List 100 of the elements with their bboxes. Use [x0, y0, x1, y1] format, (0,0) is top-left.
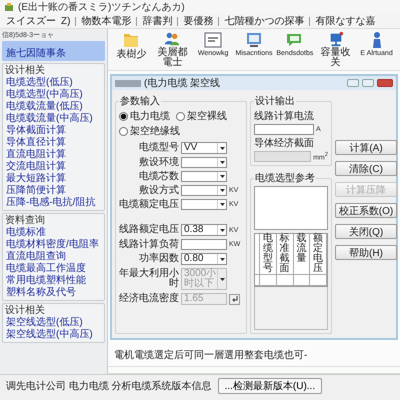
- menu-item[interactable]: Z): [61, 16, 70, 26]
- caret-icon: [220, 228, 224, 232]
- folder-icon: [122, 31, 140, 49]
- field-label: 敷设方式: [138, 186, 179, 196]
- toolbar-label: 容量收关: [320, 48, 352, 68]
- dialog-title: (电力电缆 架空线: [144, 76, 220, 90]
- field-label: 线路额定电压: [119, 225, 179, 235]
- menu-item[interactable]: 物数本電形: [81, 14, 132, 28]
- sidebar-item[interactable]: 最大短路计算: [5, 173, 102, 184]
- people-icon: [163, 31, 182, 47]
- sidebar-item[interactable]: 导体直径计算: [5, 137, 102, 148]
- sidebar-item[interactable]: 导体截面计算: [5, 125, 102, 136]
- group-title: 设计相关: [5, 65, 46, 76]
- dialog-button[interactable]: 帮助(H): [335, 245, 397, 260]
- sidebar-item[interactable]: 电缆载流量(低压): [5, 101, 102, 112]
- sidebar-item[interactable]: 交流电阻计算: [5, 161, 102, 172]
- dropdown[interactable]: [181, 199, 227, 210]
- field-label: 电缆芯数: [138, 172, 179, 182]
- sidebar-item[interactable]: 架空线选型(中高压): [5, 329, 102, 340]
- field-label: 电缆额定电压: [119, 200, 179, 210]
- sidebar-item[interactable]: 电缆材料密度/电阻率: [5, 239, 102, 250]
- dialog-button[interactable]: 关闭(Q): [335, 224, 397, 239]
- group-title: 设计输出: [254, 94, 296, 108]
- minimize-button[interactable]: [347, 79, 359, 87]
- sidebar-item[interactable]: 常用电缆塑料性能: [5, 275, 102, 286]
- sidebar-item[interactable]: 电缆标准: [5, 227, 102, 238]
- menu-item[interactable]: スイスズー: [6, 14, 56, 28]
- table-cell: [310, 275, 327, 286]
- radio-button[interactable]: 架空裸线: [176, 109, 227, 123]
- group-title: 电缆选型参考: [254, 172, 316, 185]
- toolbar-button[interactable]: 美層都電士: [152, 31, 192, 68]
- caret-icon: [220, 175, 224, 178]
- sidebar-item[interactable]: 电缆载流量(中高压): [5, 113, 102, 124]
- field-label: 线路计算电流: [254, 110, 315, 123]
- field-label: 导体经济截面: [254, 136, 315, 150]
- sidebar-item[interactable]: 电缆最高工作温度: [5, 263, 102, 274]
- dialog-button[interactable]: 校正系数(O): [335, 203, 397, 218]
- sidebar-item[interactable]: 直流电阻计算: [5, 149, 102, 160]
- close-button[interactable]: [377, 79, 393, 87]
- caret-icon: [220, 203, 224, 206]
- field-label: 线路计算负荷: [119, 240, 179, 250]
- radio-button[interactable]: 架空绝缘线: [119, 124, 180, 138]
- sidebar-item[interactable]: 架空线选型(低压): [5, 317, 102, 328]
- field-label: 电缆型号: [138, 143, 179, 153]
- group-title: 设计相关: [5, 305, 46, 316]
- menu-item[interactable]: 有限なすな嘉: [315, 14, 376, 28]
- maximize-button[interactable]: [362, 79, 374, 87]
- menu-item[interactable]: 辞書判: [142, 14, 172, 28]
- input-field[interactable]: [181, 239, 227, 250]
- dialog-button[interactable]: 清除(C): [335, 161, 397, 176]
- menu-item[interactable]: 七階種かつの探事: [224, 14, 304, 28]
- sidebar-item[interactable]: 电缆选型(低压): [5, 77, 102, 88]
- dropdown[interactable]: [181, 171, 227, 182]
- status-button[interactable]: ...检测最新版本(U)...: [218, 378, 322, 394]
- message-text: 電机電缆選定后可同一層選用整套电缆也可-: [108, 340, 400, 367]
- status-text: 调先电计公司 电力电缆 分析电缆系统版本信息: [6, 380, 212, 393]
- menu-item[interactable]: 要優務: [183, 14, 214, 28]
- dropdown[interactable]: 0.80: [181, 253, 227, 265]
- caret-icon: [220, 161, 224, 164]
- list-box[interactable]: [254, 186, 328, 230]
- caret-icon: [220, 189, 224, 192]
- app-icon: [4, 2, 14, 12]
- table-cell: [276, 275, 294, 286]
- quick-access-item[interactable]: 施七因随事条: [2, 41, 105, 61]
- dropdown[interactable]: VV: [181, 142, 227, 154]
- sidebar-item[interactable]: 塑料名称及代号: [5, 287, 102, 298]
- redacted-block: [115, 80, 141, 86]
- column-header: 额定电压: [310, 234, 327, 275]
- group-title: 资料查询: [5, 215, 46, 226]
- caret-icon: [220, 146, 224, 150]
- column-header: 载流量: [294, 234, 310, 275]
- dialog-button[interactable]: 计算(A): [335, 140, 397, 155]
- dropdown[interactable]: 0.38: [181, 224, 227, 236]
- sidebar-item[interactable]: 压降-电感-电抗/阻抗: [5, 197, 102, 208]
- field-label: 功率因数: [138, 254, 179, 264]
- chat-icon: [286, 31, 304, 49]
- input-field[interactable]: [254, 124, 314, 135]
- toolbar-button[interactable]: 容量收关: [316, 31, 356, 68]
- dropdown[interactable]: [181, 185, 227, 196]
- toolbar-label: 表樹少: [116, 50, 146, 60]
- column-header: 电缆型号: [260, 234, 277, 275]
- dropdown[interactable]: [181, 157, 227, 168]
- field-label: 敷设环境: [138, 158, 179, 168]
- field-label: 年最大利用小时: [119, 269, 179, 289]
- field-label: 经济电流密度: [119, 294, 179, 304]
- radio-button[interactable]: 电力电缆: [119, 109, 170, 123]
- sidebar-item[interactable]: 电缆选型(中高压): [5, 89, 102, 100]
- window-title: (E出十账の番スミラ)ツチンなんあカ): [18, 0, 185, 14]
- caret-icon: [220, 278, 224, 280]
- lookup-button[interactable]: [229, 294, 240, 304]
- toolbar-button[interactable]: 表樹少: [112, 31, 151, 68]
- sidebar-item[interactable]: 压降简便计算: [5, 185, 102, 196]
- toolbar-label: 美層都電士: [156, 48, 188, 68]
- table-cell: [294, 275, 310, 286]
- return-arrow-icon: [232, 296, 238, 302]
- caret-icon: [220, 258, 224, 260]
- monitor-icon: [245, 31, 263, 49]
- column-header: 标准截面: [276, 234, 294, 275]
- group-title: 参数输入: [119, 94, 161, 108]
- sidebar-item[interactable]: 直流电阻查询: [5, 251, 102, 262]
